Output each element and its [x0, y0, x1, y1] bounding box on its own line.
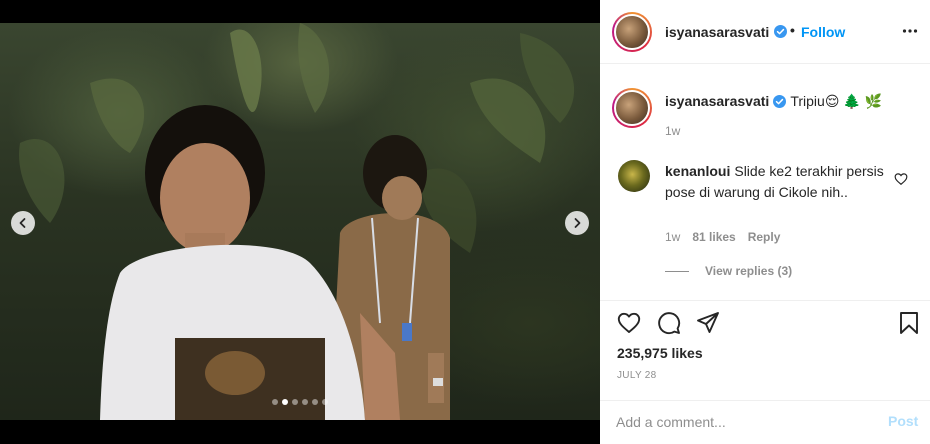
carousel-dot	[302, 399, 308, 405]
more-options-icon[interactable]	[902, 23, 918, 39]
carousel-dot	[312, 399, 318, 405]
carousel-dot	[322, 399, 328, 405]
comments-section: isyanasarasvati Tripiu😌 🌲 🌿 1w kenanloui…	[600, 64, 930, 300]
view-replies-label: View replies (3)	[705, 264, 793, 278]
photo-scene	[19, 23, 575, 420]
follow-button[interactable]: Follow	[801, 24, 845, 40]
post-comment-button[interactable]: Post	[888, 413, 918, 429]
post-date[interactable]: JULY 28	[617, 370, 657, 381]
caption-emojis: 😌 🌲 🌿	[824, 93, 883, 109]
caption-username[interactable]: isyanasarasvati	[665, 93, 769, 109]
post-actions: 235,975 likes JULY 28	[600, 300, 930, 400]
reply-button[interactable]: Reply	[748, 230, 781, 244]
caption-body: Tripiu	[790, 93, 825, 109]
verified-badge-icon	[773, 95, 787, 108]
comment-like-count[interactable]: 81 likes	[692, 230, 735, 244]
chevron-right-icon	[574, 218, 581, 228]
view-replies-button[interactable]: View replies (3)	[665, 264, 792, 278]
heart-icon[interactable]	[617, 311, 641, 335]
carousel-dot	[282, 399, 288, 405]
comment-bubble-icon[interactable]	[657, 311, 681, 335]
like-count[interactable]: 235,975 likes	[617, 345, 703, 361]
comment-like-heart-icon[interactable]	[894, 172, 908, 186]
carousel-next-button[interactable]	[565, 211, 589, 235]
comment-input[interactable]	[616, 411, 866, 433]
comment-meta: 1w 81 likes Reply	[665, 230, 780, 244]
caption-avatar[interactable]	[612, 88, 652, 128]
header-separator: •	[790, 22, 795, 38]
add-comment-bar: Post	[600, 400, 930, 444]
verified-badge-icon	[774, 25, 787, 38]
carousel-dot	[272, 399, 278, 405]
commenter-avatar[interactable]	[618, 160, 650, 192]
carousel-prev-button[interactable]	[11, 211, 35, 235]
carousel-indicator	[272, 399, 328, 405]
comment-body: kenanloui Slide ke2 terakhir persis pose …	[665, 161, 890, 203]
paper-plane-icon[interactable]	[696, 311, 720, 335]
caption-timestamp[interactable]: 1w	[665, 124, 680, 138]
post-header: isyanasarasvati • Follow	[600, 0, 930, 64]
chevron-left-icon	[19, 218, 26, 228]
post-photo[interactable]	[0, 23, 600, 420]
comment-timestamp[interactable]: 1w	[665, 230, 680, 244]
carousel-dot	[292, 399, 298, 405]
commenter-username[interactable]: kenanloui	[665, 163, 730, 179]
post-media	[0, 0, 600, 444]
author-username[interactable]: isyanasarasvati	[665, 24, 769, 40]
replies-divider	[665, 270, 689, 272]
post-side-panel: isyanasarasvati • Follow isyanasarasvati…	[600, 0, 930, 444]
bookmark-icon[interactable]	[897, 311, 921, 335]
caption-text: isyanasarasvati Tripiu😌 🌲 🌿	[665, 93, 882, 110]
author-avatar[interactable]	[612, 12, 652, 52]
